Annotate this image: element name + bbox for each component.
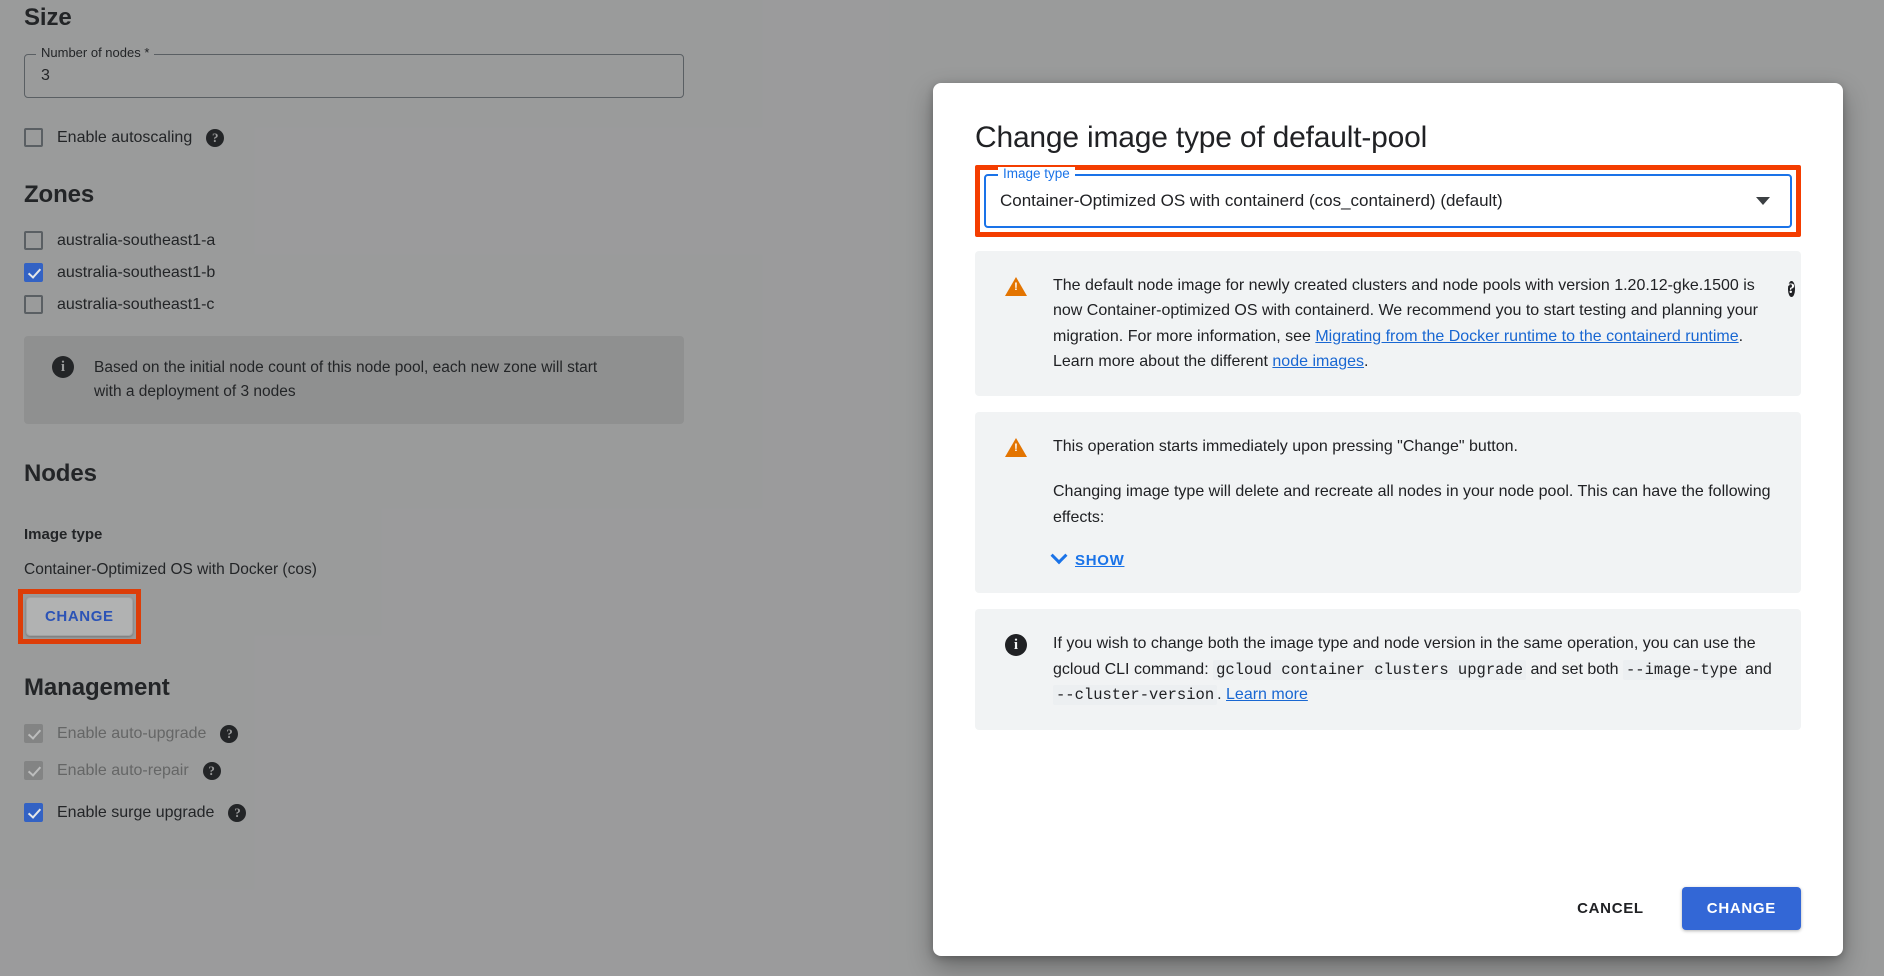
enable-auto-upgrade-checkbox: [24, 724, 43, 743]
help-icon[interactable]: ?: [220, 725, 238, 743]
help-icon[interactable]: ?: [1788, 281, 1796, 297]
dialog-actions: CANCEL CHANGE: [1565, 887, 1801, 930]
number-of-nodes-value: 3: [41, 67, 50, 85]
migrating-docker-containerd-link[interactable]: Migrating from the Docker runtime to the…: [1315, 328, 1738, 345]
help-icon[interactable]: ?: [228, 804, 246, 822]
gcloud-upgrade-command: gcloud container clusters upgrade: [1213, 660, 1526, 680]
info-icon: i: [1005, 634, 1027, 656]
enable-surge-upgrade-row[interactable]: Enable surge upgrade ?: [24, 803, 684, 822]
operation-warning-paragraph-2: Changing image type will delete and recr…: [1053, 479, 1775, 530]
management-heading: Management: [24, 674, 684, 702]
number-of-nodes-field[interactable]: Number of nodes * 3: [24, 54, 684, 98]
zone-row-a[interactable]: australia-southeast1-a: [24, 231, 684, 250]
gcloud-cli-info-text: If you wish to change both the image typ…: [1053, 631, 1775, 707]
confirm-change-button[interactable]: CHANGE: [1682, 887, 1801, 930]
image-type-select[interactable]: Image type Container-Optimized OS with c…: [984, 174, 1792, 228]
nodes-heading: Nodes: [24, 460, 684, 488]
enable-autoscaling-checkbox[interactable]: [24, 128, 43, 147]
zone-label-a: australia-southeast1-a: [57, 232, 215, 250]
cli-text-part4: .: [1217, 686, 1226, 703]
change-image-type-dialog: Change image type of default-pool Image …: [933, 83, 1843, 956]
zone-info-text: Based on the initial node count of this …: [94, 356, 614, 404]
image-type-select-highlight: Image type Container-Optimized OS with c…: [975, 165, 1801, 237]
default-image-warning-text: The default node image for newly created…: [1053, 273, 1775, 374]
change-image-type-button[interactable]: CHANGE: [26, 597, 133, 636]
operation-warning-paragraph-1: This operation starts immediately upon p…: [1053, 434, 1775, 459]
image-type-value: Container-Optimized OS with Docker (cos): [24, 561, 684, 579]
image-type-label: Image type: [24, 526, 684, 543]
enable-autoscaling-row[interactable]: Enable autoscaling ?: [24, 128, 684, 147]
enable-auto-repair-label: Enable auto-repair: [57, 762, 189, 780]
enable-auto-upgrade-row[interactable]: Enable auto-upgrade ?: [24, 724, 684, 743]
chevron-down-icon[interactable]: [1756, 197, 1770, 205]
zone-row-c[interactable]: australia-southeast1-c: [24, 295, 684, 314]
show-effects-toggle[interactable]: SHOW: [1053, 552, 1124, 569]
zone-checkbox-b[interactable]: [24, 263, 43, 282]
number-of-nodes-label: Number of nodes *: [36, 46, 154, 59]
cli-text-part2: and set both: [1526, 661, 1623, 678]
change-button-highlight: CHANGE: [18, 589, 141, 644]
chevron-down-icon: [1051, 548, 1068, 565]
show-effects-label: SHOW: [1075, 552, 1124, 569]
enable-auto-repair-checkbox: [24, 761, 43, 780]
zones-heading: Zones: [24, 181, 684, 209]
learn-more-link[interactable]: Learn more: [1226, 686, 1308, 703]
warning-triangle-icon: [1005, 277, 1027, 296]
cluster-version-flag: --cluster-version: [1053, 685, 1217, 705]
image-type-select-value: Container-Optimized OS with containerd (…: [1000, 191, 1756, 211]
zone-checkbox-a[interactable]: [24, 231, 43, 250]
help-icon[interactable]: ?: [206, 129, 224, 147]
zone-label-c: australia-southeast1-c: [57, 296, 214, 314]
zone-label-b: australia-southeast1-b: [57, 264, 215, 282]
zone-info-banner: i Based on the initial node count of thi…: [24, 336, 684, 424]
gcloud-cli-info-card: i If you wish to change both the image t…: [975, 609, 1801, 729]
warning-text-part3: .: [1364, 353, 1368, 370]
default-image-warning-card: The default node image for newly created…: [975, 251, 1801, 396]
dialog-title: Change image type of default-pool: [975, 121, 1801, 155]
enable-autoscaling-label: Enable autoscaling: [57, 129, 192, 147]
zone-row-b[interactable]: australia-southeast1-b: [24, 263, 684, 282]
zone-checkbox-c[interactable]: [24, 295, 43, 314]
enable-auto-repair-row[interactable]: Enable auto-repair ?: [24, 761, 684, 780]
warning-triangle-icon: [1005, 438, 1027, 457]
enable-auto-upgrade-label: Enable auto-upgrade: [57, 725, 206, 743]
image-type-flag: --image-type: [1623, 660, 1741, 680]
enable-surge-upgrade-checkbox[interactable]: [24, 803, 43, 822]
info-icon: i: [52, 356, 74, 378]
node-images-link[interactable]: node images: [1272, 353, 1364, 370]
cancel-button[interactable]: CANCEL: [1565, 890, 1656, 927]
cli-text-part3: and: [1741, 661, 1772, 678]
operation-warning-card: This operation starts immediately upon p…: [975, 412, 1801, 593]
enable-surge-upgrade-label: Enable surge upgrade: [57, 804, 214, 822]
size-heading: Size: [24, 4, 684, 32]
image-type-select-label: Image type: [998, 167, 1075, 181]
help-icon[interactable]: ?: [203, 762, 221, 780]
